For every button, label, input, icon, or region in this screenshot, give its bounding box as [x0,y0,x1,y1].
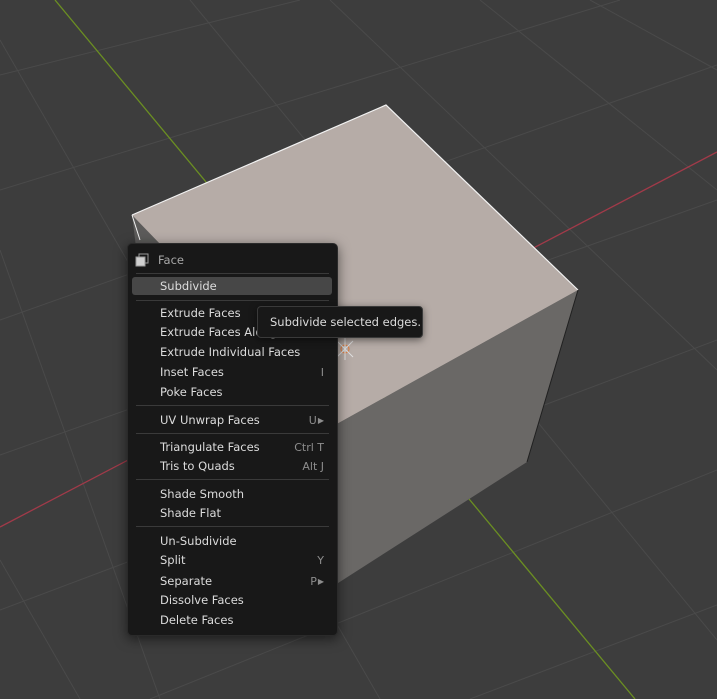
menu-item-split[interactable]: Split Y [132,551,332,569]
tooltip: Subdivide selected edges. [257,306,423,338]
menu-item-label: Subdivide [160,279,217,293]
menu-item-shortcut: P [310,574,317,588]
menu-item-shortcut: Ctrl T [294,440,324,454]
3d-viewport[interactable] [0,0,717,699]
menu-title: Face [158,253,185,267]
separator [136,526,329,527]
menu-item-label: Dissolve Faces [160,593,244,607]
tooltip-text: Subdivide selected edges. [270,315,422,329]
menu-item-inset-faces[interactable]: Inset Faces I [132,363,332,381]
menu-item-label: Poke Faces [160,385,223,399]
separator [136,433,329,434]
menu-item-separate[interactable]: Separate P ▶ [132,572,332,590]
face-mode-icon [134,252,150,268]
separator [136,479,329,480]
menu-item-shortcut: U [308,413,317,427]
menu-item-shade-smooth[interactable]: Shade Smooth [132,485,332,503]
menu-item-label: Shade Flat [160,506,222,520]
menu-item-delete-faces[interactable]: Delete Faces [132,611,332,629]
menu-item-label: Triangulate Faces [160,440,260,454]
menu-item-label: Extrude Individual Faces [160,345,301,359]
menu-item-uv-unwrap-faces[interactable]: UV Unwrap Faces U ▶ [132,411,332,429]
separator [136,300,329,301]
menu-item-extrude-individual-faces[interactable]: Extrude Individual Faces [132,343,332,361]
menu-item-shortcut: Alt J [302,459,324,473]
menu-item-triangulate-faces[interactable]: Triangulate Faces Ctrl T [132,438,332,456]
menu-item-shade-flat[interactable]: Shade Flat [132,504,332,522]
submenu-arrow-icon: ▶ [317,415,324,425]
menu-item-subdivide[interactable]: Subdivide [132,277,332,295]
submenu-arrow-icon: ▶ [317,576,324,586]
menu-item-un-subdivide[interactable]: Un-Subdivide [132,532,332,550]
menu-item-label: Split [160,553,186,567]
menu-item-label: Delete Faces [160,613,234,627]
menu-item-label: Inset Faces [160,365,224,379]
menu-item-shortcut: I [320,365,324,379]
menu-item-tris-to-quads[interactable]: Tris to Quads Alt J [132,457,332,475]
menu-item-label: Un-Subdivide [160,534,237,548]
separator [136,273,329,274]
menu-header: Face [134,251,329,269]
menu-item-label: Shade Smooth [160,487,245,501]
menu-item-shortcut: Y [317,553,324,567]
face-context-menu: Face Subdivide Extrude Faces Extrude Fac… [127,243,338,636]
separator [136,405,329,406]
menu-item-poke-faces[interactable]: Poke Faces [132,383,332,401]
menu-item-label: UV Unwrap Faces [160,413,260,427]
menu-item-dissolve-faces[interactable]: Dissolve Faces [132,591,332,609]
menu-item-label: Separate [160,574,213,588]
menu-item-label: Tris to Quads [160,459,235,473]
